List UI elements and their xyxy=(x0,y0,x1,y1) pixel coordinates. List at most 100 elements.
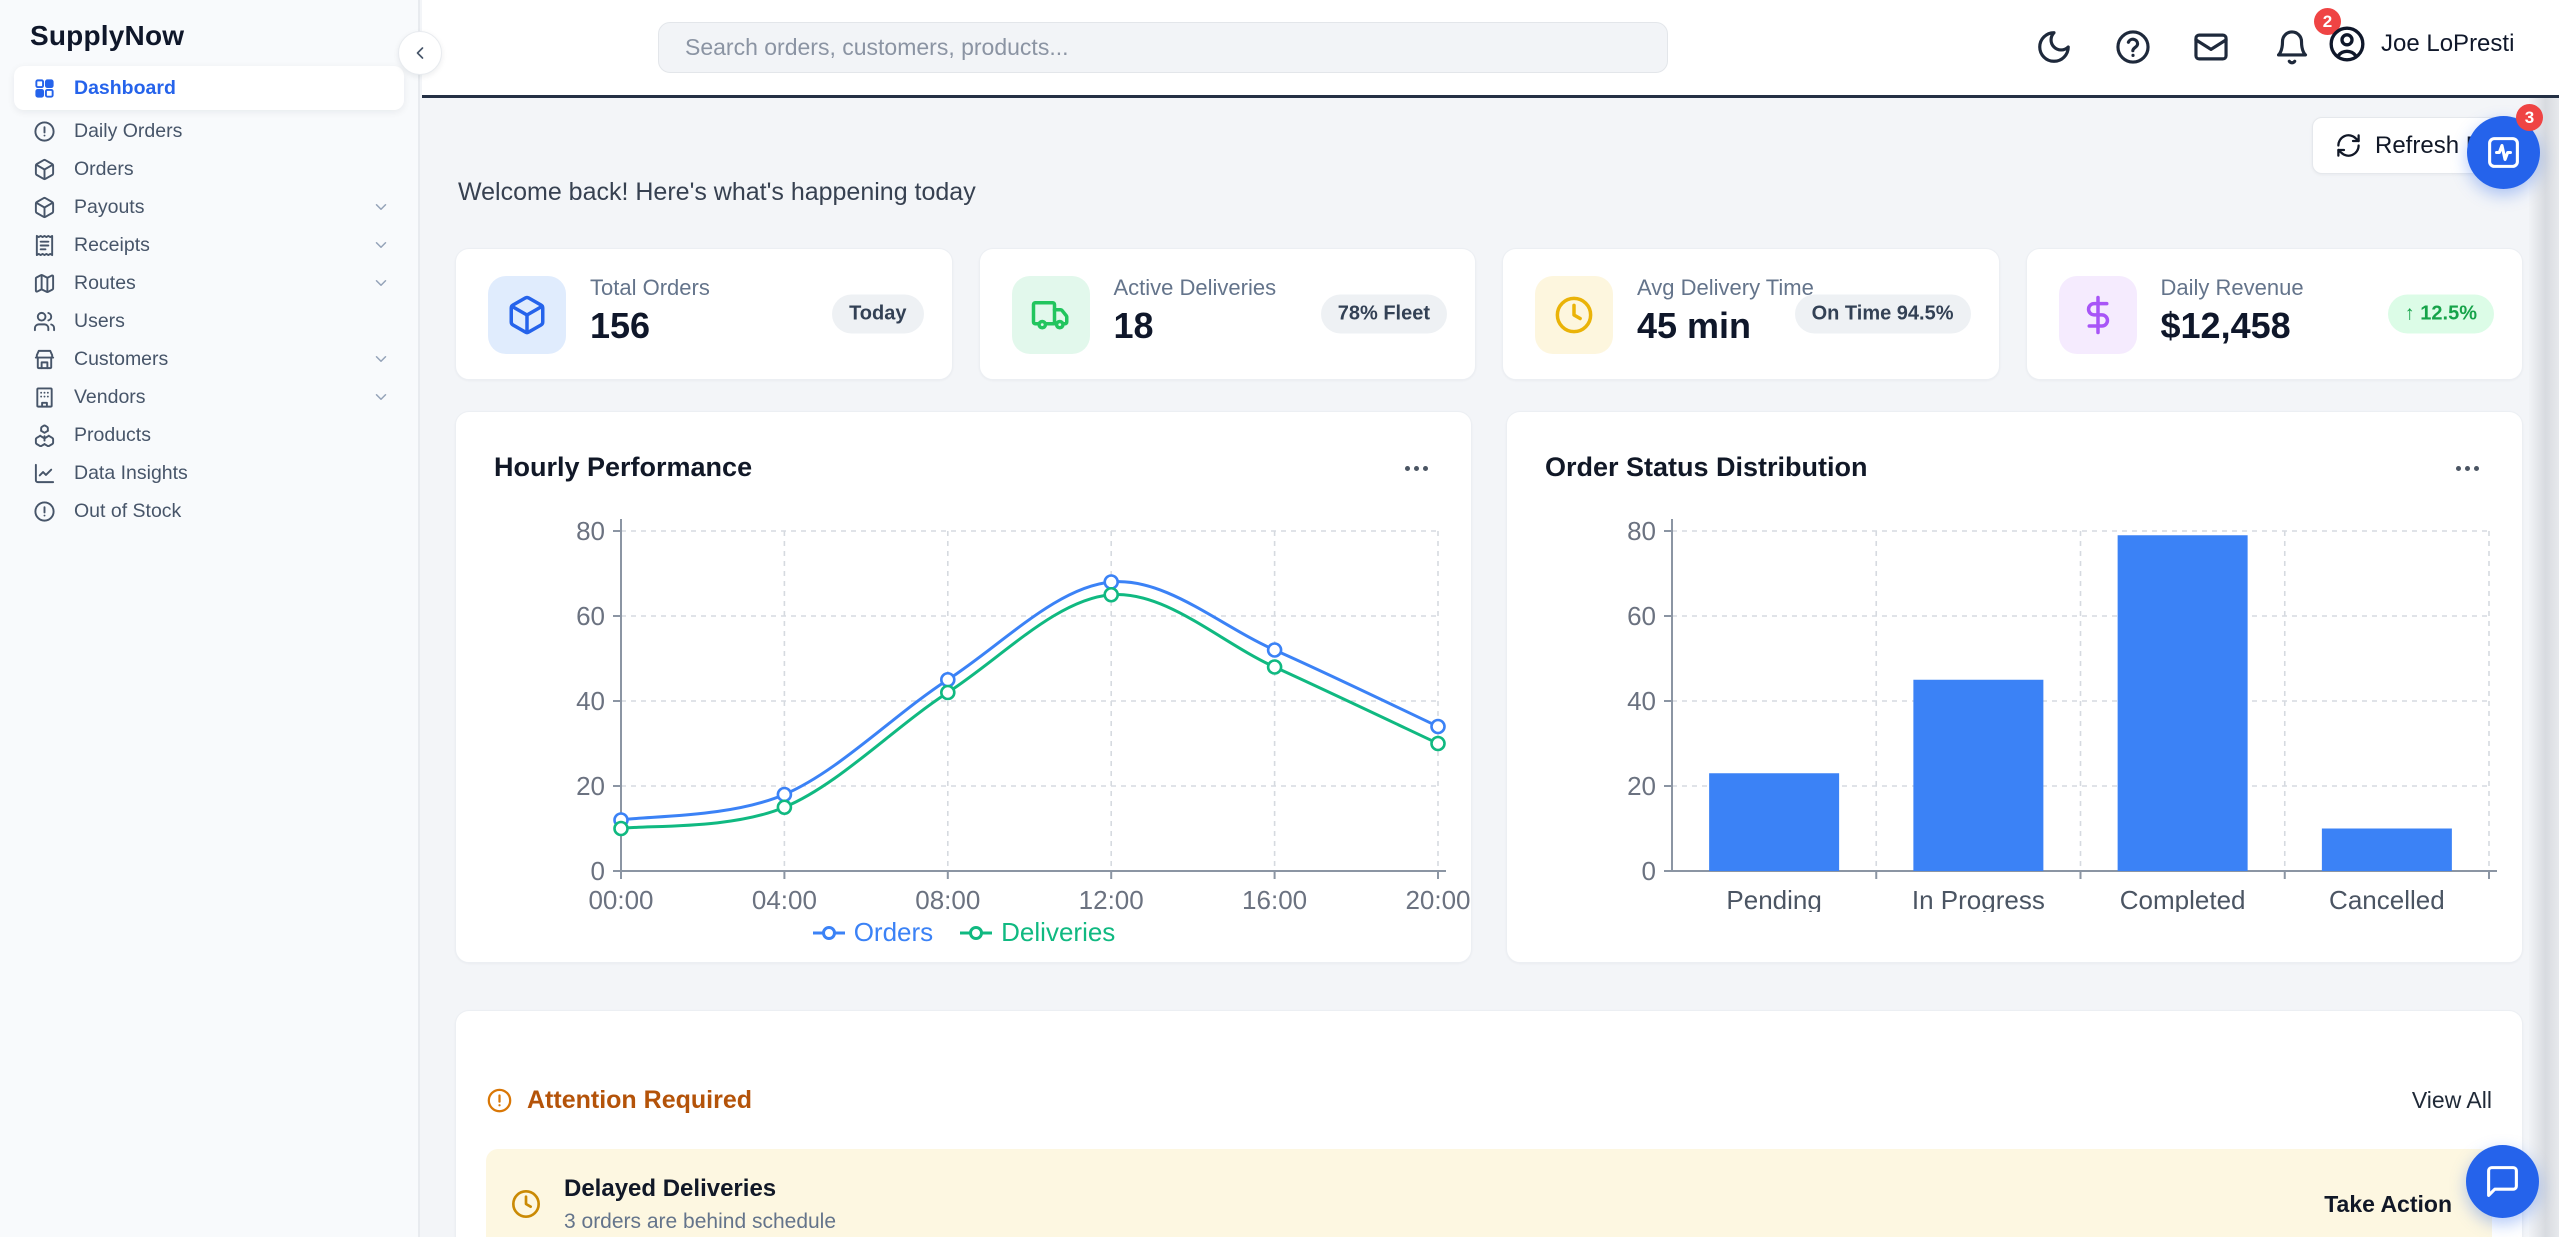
sidebar-item-label: Vendors xyxy=(74,386,372,409)
bell-icon[interactable] xyxy=(2273,28,2311,66)
refresh-icon xyxy=(2335,132,2362,159)
stat-value: $12,458 xyxy=(2161,305,2291,347)
truck-icon xyxy=(1012,276,1090,354)
sidebar-item-receipts[interactable]: Receipts xyxy=(14,226,404,264)
attention-title: Attention Required xyxy=(527,1086,752,1115)
stat-card-active-deliveries: Active Deliveries 18 78% Fleet xyxy=(979,248,1477,380)
activity-fab-badge: 3 xyxy=(2516,104,2543,131)
sidebar-item-out-of-stock[interactable]: Out of Stock xyxy=(14,492,404,530)
sidebar-item-data-insights[interactable]: Data Insights xyxy=(14,454,404,492)
chevron-down-icon xyxy=(372,236,390,254)
alert-title: Delayed Deliveries xyxy=(564,1175,836,1203)
boxes-icon xyxy=(33,424,56,447)
sidebar: SupplyNow Dashboard Daily Orders Orders … xyxy=(0,0,420,1237)
stat-label: Total Orders xyxy=(590,275,710,301)
user-name: Joe LoPresti xyxy=(2381,30,2514,58)
sidebar-item-vendors[interactable]: Vendors xyxy=(14,378,404,416)
chevron-down-icon xyxy=(372,350,390,368)
stat-card-avg-delivery-time: Avg Delivery Time 45 min On Time 94.5% xyxy=(1502,248,2000,380)
dollar-icon xyxy=(2059,276,2137,354)
svg-text:80: 80 xyxy=(1627,516,1656,546)
take-action-button[interactable]: Take Action xyxy=(2324,1191,2452,1218)
package-icon xyxy=(488,276,566,354)
sidebar-item-label: Dashboard xyxy=(74,77,390,100)
sidebar-item-label: Orders xyxy=(74,158,390,181)
sidebar-nav: Dashboard Daily Orders Orders Payouts Re… xyxy=(0,66,418,530)
svg-text:0: 0 xyxy=(1642,856,1656,886)
stat-badge: ↑ 12.5% xyxy=(2388,295,2494,334)
ellipsis-menu-icon[interactable] xyxy=(2448,456,2488,482)
attention-required-card: Attention Required View All Delayed Deli… xyxy=(455,1010,2523,1237)
sidebar-item-routes[interactable]: Routes xyxy=(14,264,404,302)
user-avatar-icon xyxy=(2327,24,2367,64)
sidebar-item-users[interactable]: Users xyxy=(14,302,404,340)
users-icon xyxy=(33,310,56,333)
alert-circle-icon xyxy=(33,500,56,523)
stat-badge: Today xyxy=(832,295,923,334)
stat-value: 45 min xyxy=(1637,305,1751,347)
svg-text:Completed: Completed xyxy=(2120,885,2246,912)
svg-text:16:00: 16:00 xyxy=(1242,885,1307,912)
alert-circle-icon xyxy=(486,1087,513,1114)
svg-text:20: 20 xyxy=(576,771,605,801)
sidebar-item-label: Users xyxy=(74,310,390,333)
chevron-down-icon xyxy=(372,274,390,292)
svg-text:04:00: 04:00 xyxy=(752,885,817,912)
sidebar-item-daily-orders[interactable]: Daily Orders xyxy=(14,112,404,150)
sidebar-item-label: Daily Orders xyxy=(74,120,390,143)
stat-value: 156 xyxy=(590,305,650,347)
svg-text:In Progress: In Progress xyxy=(1912,885,2045,912)
receipt-icon xyxy=(33,234,56,257)
svg-text:40: 40 xyxy=(1627,686,1656,716)
building-icon xyxy=(33,386,56,409)
hourly-performance-chart: 02040608000:0004:0008:0012:0016:0020:00 xyxy=(456,492,1473,912)
svg-text:60: 60 xyxy=(576,601,605,631)
sidebar-item-label: Routes xyxy=(74,272,372,295)
legend-item-orders[interactable]: Orders xyxy=(812,917,933,948)
stat-label: Active Deliveries xyxy=(1114,275,1277,301)
chart-legend: Orders Deliveries xyxy=(456,917,1471,948)
sidebar-item-orders[interactable]: Orders xyxy=(14,150,404,188)
stats-row: Total Orders 156 Today Active Deliveries… xyxy=(455,248,2523,380)
stat-card-daily-revenue: Daily Revenue $12,458 ↑ 12.5% xyxy=(2026,248,2524,380)
alert-circle-icon xyxy=(33,120,56,143)
stat-label: Avg Delivery Time xyxy=(1637,275,1814,301)
order-status-chart: 020406080PendingIn ProgressCompletedCanc… xyxy=(1507,492,2524,912)
alert-subtitle: 3 orders are behind schedule xyxy=(564,1210,836,1234)
svg-text:80: 80 xyxy=(576,516,605,546)
user-menu[interactable]: Joe LoPresti xyxy=(2327,24,2514,64)
legend-item-deliveries[interactable]: Deliveries xyxy=(959,917,1115,948)
chat-bubble-icon xyxy=(2484,1163,2521,1200)
welcome-message: Welcome back! Here's what's happening to… xyxy=(458,178,976,207)
sidebar-collapse-button[interactable] xyxy=(398,31,442,75)
stat-card-total-orders: Total Orders 156 Today xyxy=(455,248,953,380)
sidebar-item-customers[interactable]: Customers xyxy=(14,340,404,378)
svg-text:Cancelled: Cancelled xyxy=(2329,885,2445,912)
sidebar-item-label: Payouts xyxy=(74,196,372,219)
clock-icon xyxy=(1535,276,1613,354)
chevron-down-icon xyxy=(372,388,390,406)
ellipsis-menu-icon[interactable] xyxy=(1397,456,1437,482)
mail-icon[interactable] xyxy=(2192,28,2230,66)
help-icon[interactable] xyxy=(2114,28,2152,66)
svg-text:60: 60 xyxy=(1627,601,1656,631)
store-icon xyxy=(33,348,56,371)
hourly-performance-card: Hourly Performance 02040608000:0004:0008… xyxy=(455,411,1472,963)
sidebar-item-products[interactable]: Products xyxy=(14,416,404,454)
svg-text:20:00: 20:00 xyxy=(1405,885,1470,912)
svg-text:40: 40 xyxy=(576,686,605,716)
view-all-link[interactable]: View All xyxy=(2412,1087,2492,1114)
stat-badge: 78% Fleet xyxy=(1321,295,1447,334)
chat-fab-button[interactable] xyxy=(2466,1145,2539,1218)
sidebar-item-label: Out of Stock xyxy=(74,500,390,523)
clock-icon xyxy=(510,1188,542,1220)
chart-title: Order Status Distribution xyxy=(1545,452,1868,483)
sidebar-item-label: Customers xyxy=(74,348,372,371)
moon-icon[interactable] xyxy=(2035,28,2073,66)
app-logo: SupplyNow xyxy=(30,20,184,52)
svg-text:Pending: Pending xyxy=(1726,885,1821,912)
search-input[interactable] xyxy=(658,22,1668,73)
sidebar-item-label: Data Insights xyxy=(74,462,390,485)
sidebar-item-dashboard[interactable]: Dashboard xyxy=(14,66,404,110)
sidebar-item-payouts[interactable]: Payouts xyxy=(14,188,404,226)
